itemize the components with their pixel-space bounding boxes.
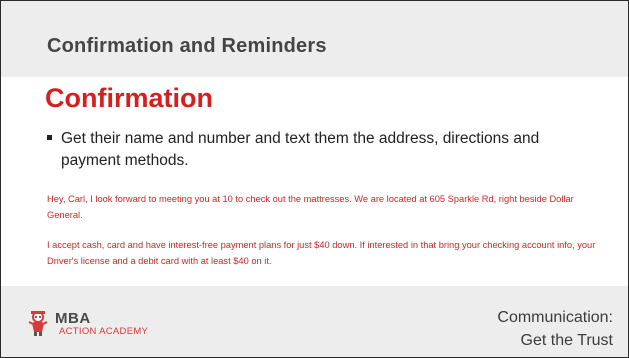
- section-heading: Confirmation: [45, 83, 213, 113]
- bullet-marker: [47, 135, 52, 140]
- bullet-item: Get their name and number and text them …: [47, 128, 591, 172]
- mascot-logo-icon: [28, 311, 48, 336]
- payment-info-text: I accept cash, card and have interest-fr…: [47, 240, 596, 266]
- footer-bar: MBA ACTION ACADEMY Communication: Get th…: [1, 286, 628, 357]
- logo-subtitle: ACTION ACADEMY: [59, 326, 149, 337]
- section-label: Communication: Get the Trust: [497, 306, 613, 352]
- title-bar: Confirmation and Reminders: [1, 1, 628, 77]
- logo-wordmark: MBA: [55, 310, 91, 327]
- section-label-line1: Communication:: [497, 309, 613, 326]
- bullet-text: Get their name and number and text them …: [61, 130, 540, 169]
- example-text-message: Hey, Carl, I look forward to meeting you…: [47, 194, 574, 220]
- mba-action-academy-logo: MBA ACTION ACADEMY: [25, 308, 185, 338]
- slide: Confirmation and Reminders Confirmation …: [0, 0, 629, 358]
- section-label-line2: Get the Trust: [520, 332, 613, 349]
- slide-title: Confirmation and Reminders: [47, 35, 327, 57]
